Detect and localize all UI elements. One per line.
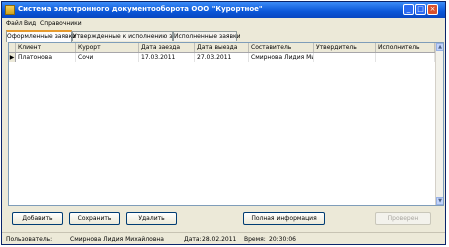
action-buttons: Добавить Сохранить Удалить Полная информ… bbox=[2, 212, 445, 228]
close-icon: × bbox=[429, 5, 436, 13]
status-date-label: Дата: bbox=[184, 236, 202, 243]
cell-resort[interactable]: Сочи bbox=[76, 53, 139, 62]
main-window: Система электронного документооборота ОО… bbox=[1, 1, 446, 245]
tab-registered-requests[interactable]: Оформленные заявки bbox=[6, 30, 76, 42]
minimize-button[interactable]: _ bbox=[403, 4, 414, 15]
column-author[interactable]: Составитель bbox=[249, 43, 314, 52]
close-button[interactable]: × bbox=[427, 4, 438, 15]
column-client[interactable]: Клиент bbox=[16, 43, 76, 52]
menu-view[interactable]: Вид bbox=[24, 20, 36, 27]
header-corner bbox=[9, 43, 16, 52]
full-info-button[interactable]: Полная информация bbox=[243, 212, 325, 225]
app-icon bbox=[5, 5, 15, 15]
requests-table[interactable]: Клиент Курорт Дата заезда Дата выезда Со… bbox=[8, 42, 444, 206]
minimize-icon: _ bbox=[406, 5, 411, 13]
tab-approved-requests[interactable]: Утвержденные к исполнению заявки bbox=[72, 31, 191, 41]
status-user-label: Пользователь: bbox=[6, 236, 53, 243]
table-header: Клиент Курорт Дата заезда Дата выезда Со… bbox=[9, 43, 435, 53]
add-button[interactable]: Добавить bbox=[12, 212, 63, 225]
column-approver[interactable]: Утвердитель bbox=[314, 43, 376, 52]
cell-arrival-date[interactable]: 17.03.2011 bbox=[139, 53, 195, 62]
menu-bar: Файл Вид Справочники bbox=[2, 19, 445, 29]
cell-author[interactable]: Смирнова Лидия Михай bbox=[249, 53, 314, 62]
column-arrival-date[interactable]: Дата заезда bbox=[139, 43, 195, 52]
delete-button[interactable]: Удалить bbox=[126, 212, 177, 225]
save-button[interactable]: Сохранить bbox=[69, 212, 120, 225]
status-time-value: 20:30:06 bbox=[269, 236, 296, 243]
status-date-value: 28.02.2011 bbox=[202, 236, 237, 243]
cell-approver[interactable] bbox=[314, 53, 376, 62]
status-time-label: Время: bbox=[244, 236, 266, 243]
scroll-up-icon[interactable]: ▲ bbox=[436, 43, 443, 51]
column-executor[interactable]: Исполнитель bbox=[376, 43, 435, 52]
maximize-button[interactable]: □ bbox=[415, 4, 426, 15]
cell-executor[interactable] bbox=[376, 53, 435, 62]
checked-button[interactable]: Проверен bbox=[375, 212, 431, 225]
window-title: Система электронного документооборота ОО… bbox=[18, 5, 263, 13]
tab-completed-requests[interactable]: Исполненные заявки bbox=[173, 31, 241, 41]
status-bar: Пользователь: Смирнова Лидия Михайловна … bbox=[2, 232, 445, 244]
maximize-icon: □ bbox=[417, 5, 424, 13]
row-indicator-icon: ▶ bbox=[9, 53, 16, 62]
column-departure-date[interactable]: Дата выезда bbox=[195, 43, 249, 52]
scroll-down-icon[interactable]: ▼ bbox=[436, 197, 443, 205]
menu-directories[interactable]: Справочники bbox=[40, 20, 82, 27]
vertical-scrollbar[interactable]: ▲ ▼ bbox=[435, 43, 443, 205]
cell-departure-date[interactable]: 27.03.2011 bbox=[195, 53, 249, 62]
cell-client[interactable]: Платонова bbox=[16, 53, 76, 62]
status-user-value: Смирнова Лидия Михайловна bbox=[70, 236, 164, 243]
menu-file[interactable]: Файл bbox=[6, 20, 23, 27]
title-bar[interactable]: Система электронного документооборота ОО… bbox=[2, 2, 445, 18]
table-row[interactable]: ▶ Платонова Сочи 17.03.2011 27.03.2011 С… bbox=[9, 53, 435, 62]
column-resort[interactable]: Курорт bbox=[76, 43, 139, 52]
